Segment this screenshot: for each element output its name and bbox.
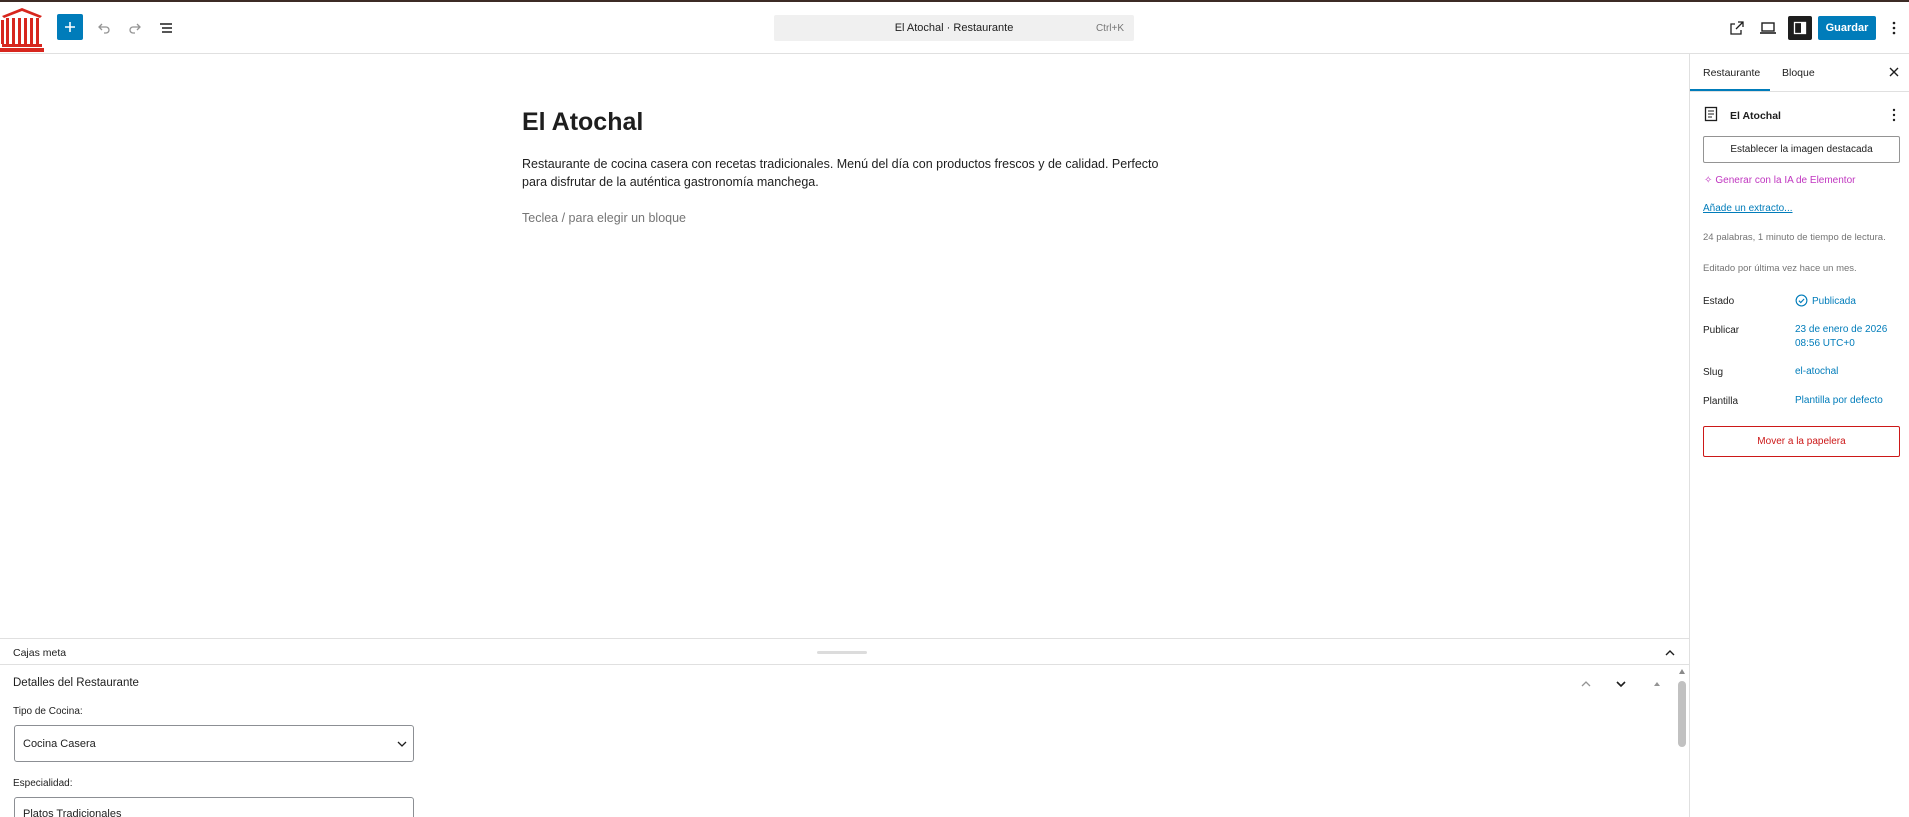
sparkle-icon: ✧	[1704, 175, 1713, 186]
sidebar-settings-icon	[1793, 21, 1807, 35]
editor-header: El Atochal · Restaurante Ctrl+K Guardar	[0, 2, 1909, 54]
scroll-thumb[interactable]	[1678, 681, 1686, 747]
settings-sidebar-toggle[interactable]	[1788, 16, 1812, 40]
meta-scrollbar[interactable]	[1676, 667, 1688, 817]
desktop-preview-icon	[1760, 22, 1776, 34]
set-featured-image-button[interactable]: Establecer la imagen destacada	[1703, 136, 1900, 163]
tipo-cocina-label: Tipo de Cocina:	[13, 706, 83, 717]
site-logo-icon[interactable]	[0, 6, 44, 54]
close-icon	[1889, 67, 1899, 77]
chevron-down-icon	[397, 741, 407, 747]
especialidad-input[interactable]: Platos Tradicionales	[14, 797, 414, 817]
published-check-icon	[1795, 294, 1808, 307]
paragraph-block[interactable]: Restaurante de cocina casera con recetas…	[522, 155, 1172, 191]
redo-icon	[129, 23, 141, 34]
document-options-button[interactable]	[1887, 107, 1901, 123]
view-post-button[interactable]	[1721, 12, 1753, 44]
tab-bloque[interactable]: Bloque	[1782, 67, 1815, 79]
last-edited: Editado por última vez hace un mes.	[1703, 263, 1857, 274]
document-icon	[1704, 106, 1718, 122]
estado-value[interactable]: Publicada	[1795, 294, 1856, 309]
estado-label: Estado	[1703, 296, 1735, 307]
meta-boxes-header: Cajas meta	[0, 639, 1689, 665]
options-menu-button[interactable]	[1882, 12, 1906, 44]
meta-resize-handle[interactable]	[817, 651, 867, 654]
preview-button[interactable]	[1752, 12, 1784, 44]
meta-boxes-panel: Cajas meta Detalles del Restaurante Tipo…	[0, 638, 1689, 817]
save-button[interactable]: Guardar	[1818, 16, 1876, 40]
scroll-up-arrow-icon[interactable]	[1679, 669, 1685, 674]
publicar-time: 08:56 UTC+0	[1795, 338, 1855, 349]
tipo-cocina-select[interactable]: Cocina Casera	[14, 725, 414, 762]
slug-value[interactable]: el-atochal	[1795, 365, 1838, 379]
undo-button[interactable]	[88, 12, 120, 44]
meta-collapse-button[interactable]	[1662, 645, 1678, 661]
move-up-button[interactable]	[1577, 675, 1595, 693]
elementor-ai-label: Generar con la IA de Elementor	[1715, 175, 1856, 186]
publicar-label: Publicar	[1703, 325, 1740, 336]
word-count-stats: 24 palabras, 1 minuto de tiempo de lectu…	[1703, 232, 1886, 243]
tipo-cocina-value: Cocina Casera	[23, 738, 96, 750]
plus-icon	[65, 22, 75, 32]
elementor-ai-link[interactable]: ✧ Generar con la IA de Elementor	[1704, 175, 1855, 186]
post-title[interactable]: El Atochal	[522, 108, 643, 137]
external-link-icon	[1730, 21, 1744, 35]
tab-restaurante[interactable]: Restaurante	[1703, 67, 1760, 79]
vertical-ellipsis-icon	[1892, 21, 1896, 35]
settings-sidebar: Restaurante Bloque El Atochal Establecer…	[1689, 54, 1909, 817]
triangle-up-icon	[1654, 682, 1660, 686]
chevron-up-icon	[1665, 650, 1675, 656]
publicar-date: 23 de enero de 2026	[1795, 324, 1888, 335]
slug-label: Slug	[1703, 367, 1724, 378]
add-block-button[interactable]	[57, 14, 83, 40]
document-overview-button[interactable]	[150, 12, 182, 44]
move-to-trash-button[interactable]: Mover a la papelera	[1703, 426, 1900, 457]
move-down-button[interactable]	[1612, 675, 1630, 693]
editor-canvas[interactable]: El Atochal Restaurante de cocina casera …	[0, 54, 1689, 638]
add-excerpt-link[interactable]: Añade un extracto...	[1703, 203, 1793, 214]
command-title: El Atochal · Restaurante	[894, 22, 1014, 34]
chevron-up-icon	[1581, 681, 1591, 687]
command-shortcut: Ctrl+K	[1095, 23, 1124, 34]
redo-button[interactable]	[119, 12, 151, 44]
close-sidebar-button[interactable]	[1886, 64, 1902, 80]
estado-value-text: Publicada	[1812, 296, 1856, 307]
sidebar-tabs: Restaurante Bloque	[1690, 54, 1909, 92]
undo-icon	[98, 23, 110, 34]
list-view-icon	[160, 23, 172, 33]
block-appender-placeholder[interactable]: Teclea / para elegir un bloque	[522, 211, 686, 225]
command-palette-bar[interactable]: El Atochal · Restaurante Ctrl+K	[774, 15, 1134, 41]
vertical-ellipsis-icon	[1892, 108, 1896, 122]
publicar-value[interactable]: 23 de enero de 2026 08:56 UTC+0	[1795, 323, 1887, 351]
plantilla-value[interactable]: Plantilla por defecto	[1795, 394, 1883, 408]
especialidad-value: Platos Tradicionales	[23, 808, 122, 817]
document-name: El Atochal	[1730, 110, 1781, 122]
active-tab-indicator	[1690, 89, 1770, 91]
chevron-down-icon	[1616, 681, 1626, 688]
meta-box-title: Detalles del Restaurante	[13, 677, 139, 689]
meta-boxes-label: Cajas meta	[13, 647, 67, 659]
plantilla-label: Plantilla	[1703, 396, 1739, 407]
especialidad-label: Especialidad:	[13, 778, 73, 789]
toggle-panel-button[interactable]	[1648, 675, 1666, 693]
